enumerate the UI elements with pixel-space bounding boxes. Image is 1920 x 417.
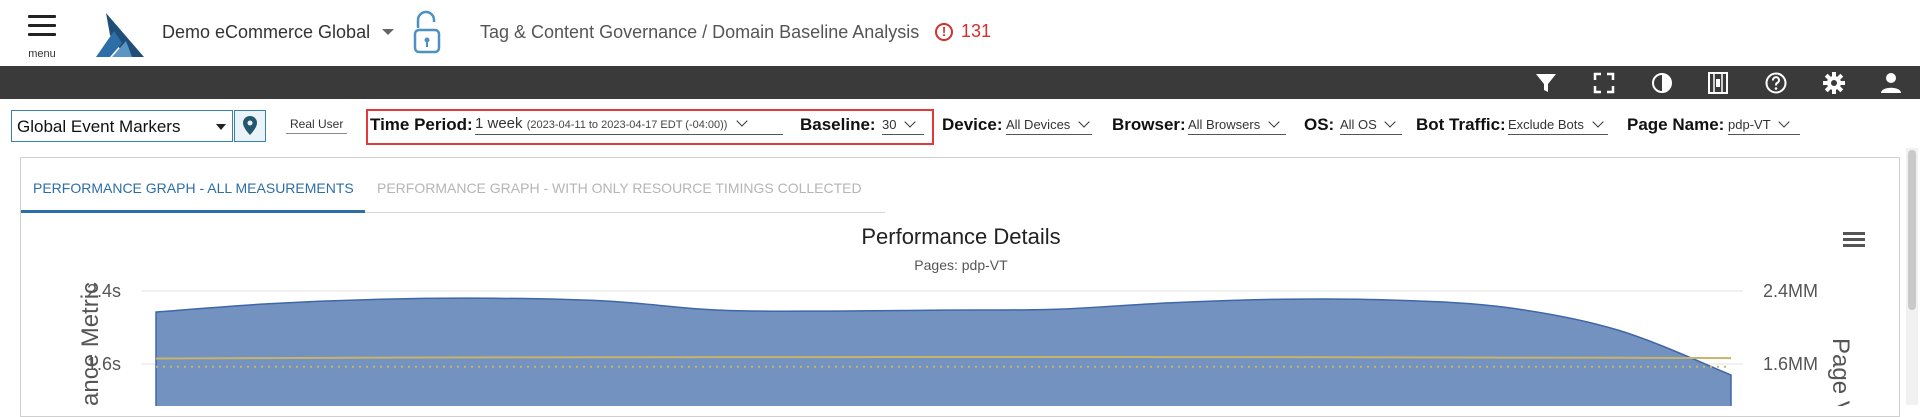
scrollbar-thumb[interactable] <box>1908 150 1916 310</box>
device-value: All Devices <box>1006 117 1071 132</box>
chevron-down-icon <box>1778 116 1790 128</box>
os-select[interactable]: All OS <box>1340 116 1402 135</box>
menu-button[interactable]: menu <box>22 12 64 62</box>
company-dropdown-icon[interactable] <box>382 29 394 35</box>
performance-panel: PERFORMANCE GRAPH - ALL MEASUREMENTS PER… <box>20 157 1900 417</box>
browser-select[interactable]: All Browsers <box>1188 116 1286 135</box>
event-markers-value: Global Event Markers <box>17 117 181 136</box>
device-label: Device: <box>942 115 1003 134</box>
time-period-value: 1 week <box>475 115 523 132</box>
fullscreen-icon[interactable] <box>1592 71 1616 95</box>
user-icon[interactable] <box>1879 71 1903 95</box>
event-marker-button[interactable] <box>234 110 266 142</box>
browser-label: Browser: <box>1112 115 1186 134</box>
toolbar <box>0 66 1920 99</box>
unlock-icon[interactable] <box>412 10 442 56</box>
y-axis-left-label: ance Metric <box>77 282 104 406</box>
menu-icon-bar <box>28 24 56 27</box>
page-name-value: pdp-VT <box>1728 117 1771 132</box>
y-right-tick-label: 2.4MM <box>1763 281 1818 301</box>
chevron-down-icon <box>1078 116 1090 128</box>
bot-traffic-value: Exclude Bots <box>1508 117 1584 132</box>
film-icon[interactable] <box>1706 71 1730 95</box>
baseline-value: 30 <box>882 117 897 132</box>
event-markers-select[interactable]: Global Event Markers <box>11 110 233 142</box>
bot-traffic-select[interactable]: Exclude Bots <box>1508 116 1608 135</box>
menu-icon-bar <box>28 15 56 18</box>
os-label: OS: <box>1304 115 1335 134</box>
performance-chart: 2.4s 2.4MM1.6s 1.6MM ance Metric Page V <box>77 281 1854 406</box>
time-period-range: (2023-04-11 to 2023-04-17 EDT (-04:00)) <box>526 119 728 131</box>
real-user-toggle[interactable]: Real User <box>286 117 348 134</box>
menu-icon-bar <box>28 33 56 36</box>
map-pin-icon <box>243 116 257 135</box>
chevron-down-icon <box>1268 116 1280 128</box>
company-logo-icon <box>96 13 144 57</box>
baseline-select[interactable]: 30 <box>882 116 924 135</box>
app-header: menu Demo eCommerce Global Tag & Content… <box>0 0 1920 66</box>
area-series-fill <box>155 297 1732 406</box>
time-period-label: Time Period: <box>370 115 473 134</box>
filter-bar: Global Event Markers Real User Time Peri… <box>0 99 1920 151</box>
chevron-down-icon <box>216 124 226 130</box>
contrast-icon[interactable] <box>1650 71 1674 95</box>
page-name-label: Page Name: <box>1627 115 1725 134</box>
alerts-indicator[interactable]: ! 131 <box>935 21 991 42</box>
y-axis-right-label: Page V <box>1827 338 1854 406</box>
time-period-select[interactable]: 1 week (2023-04-11 to 2023-04-17 EDT (-0… <box>475 115 783 135</box>
browser-value: All Browsers <box>1188 117 1261 132</box>
breadcrumb: Tag & Content Governance / Domain Baseli… <box>480 22 920 42</box>
baseline-label: Baseline: <box>800 115 876 134</box>
page-name-select[interactable]: pdp-VT <box>1728 116 1800 135</box>
chevron-down-icon <box>1384 116 1397 128</box>
alert-icon: ! <box>935 22 953 41</box>
bot-traffic-label: Bot Traffic: <box>1416 115 1506 134</box>
chevron-down-icon <box>904 116 916 128</box>
company-name[interactable]: Demo eCommerce Global <box>162 22 370 43</box>
os-value: All OS <box>1340 117 1377 132</box>
menu-label: menu <box>28 48 56 60</box>
alert-count: 131 <box>961 21 992 41</box>
chevron-down-icon <box>735 115 748 127</box>
chevron-down-icon <box>1591 116 1604 128</box>
filter-icon[interactable] <box>1534 71 1558 95</box>
settings-icon[interactable] <box>1822 71 1846 95</box>
help-icon[interactable] <box>1764 71 1788 95</box>
device-select[interactable]: All Devices <box>1006 116 1092 135</box>
y-right-tick-label: 1.6MM <box>1763 354 1818 374</box>
